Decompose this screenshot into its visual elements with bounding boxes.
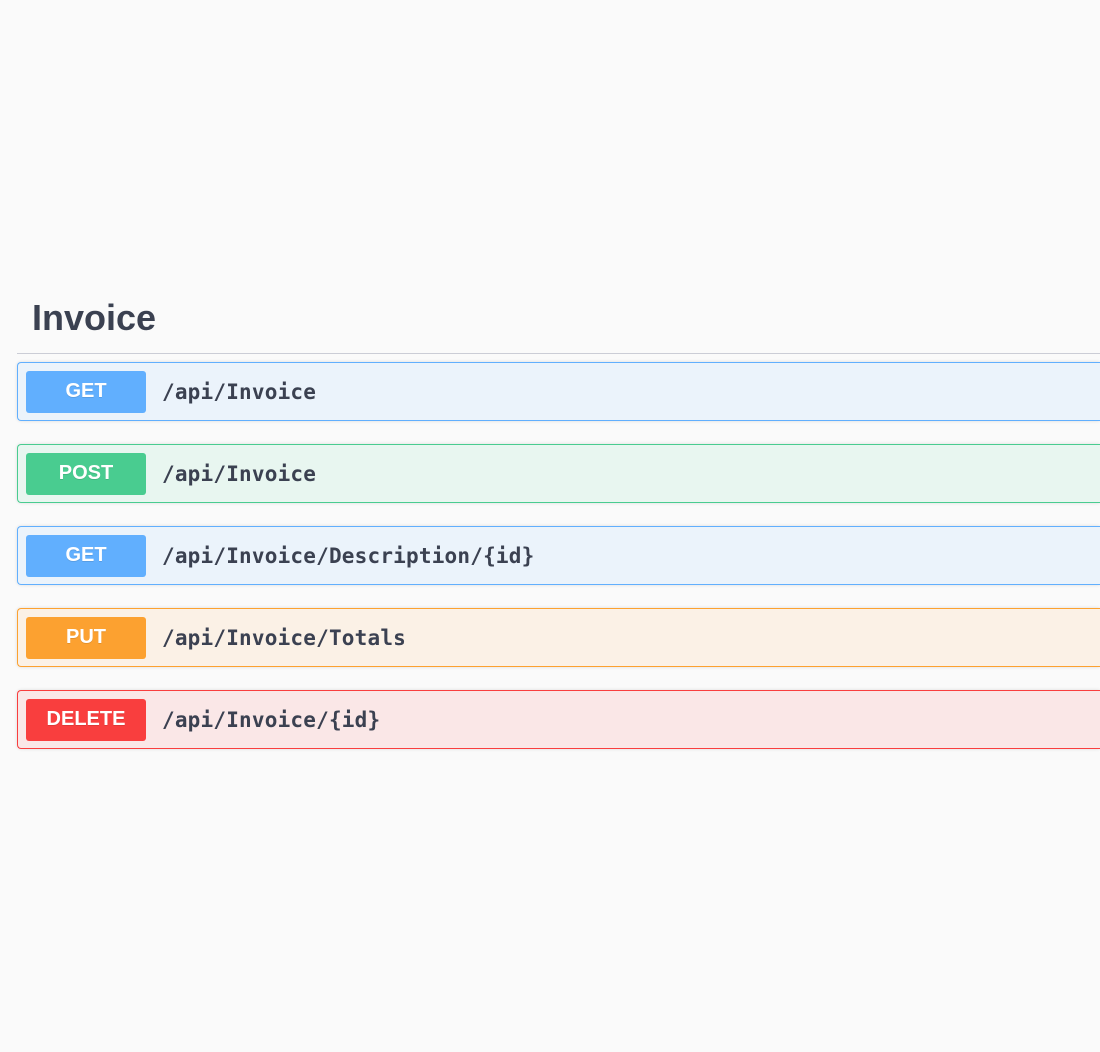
endpoint-path: /api/Invoice xyxy=(162,461,317,486)
method-badge-put: PUT xyxy=(26,616,146,659)
method-badge-post: POST xyxy=(26,452,146,495)
invoice-tag-section: Invoice GET /api/Invoice POST /api/Invoi… xyxy=(17,284,1100,772)
opblock-post-invoice[interactable]: POST /api/Invoice xyxy=(17,444,1100,503)
endpoint-path: /api/Invoice/Totals xyxy=(162,625,407,650)
endpoint-path: /api/Invoice xyxy=(162,379,317,404)
tag-header[interactable]: Invoice xyxy=(17,284,1100,354)
endpoint-path: /api/Invoice/{id} xyxy=(162,707,381,732)
opblock-delete-invoice[interactable]: DELETE /api/Invoice/{id} xyxy=(17,690,1100,749)
method-badge-get: GET xyxy=(26,370,146,413)
operations-list: GET /api/Invoice POST /api/Invoice GET /… xyxy=(17,354,1100,749)
opblock-put-invoice-totals[interactable]: PUT /api/Invoice/Totals xyxy=(17,608,1100,667)
opblock-get-invoice[interactable]: GET /api/Invoice xyxy=(17,362,1100,421)
endpoint-path: /api/Invoice/Description/{id} xyxy=(162,543,535,568)
opblock-get-invoice-description[interactable]: GET /api/Invoice/Description/{id} xyxy=(17,526,1100,585)
tag-title: Invoice xyxy=(32,297,157,338)
method-badge-get: GET xyxy=(26,534,146,577)
method-badge-delete: DELETE xyxy=(26,698,146,741)
